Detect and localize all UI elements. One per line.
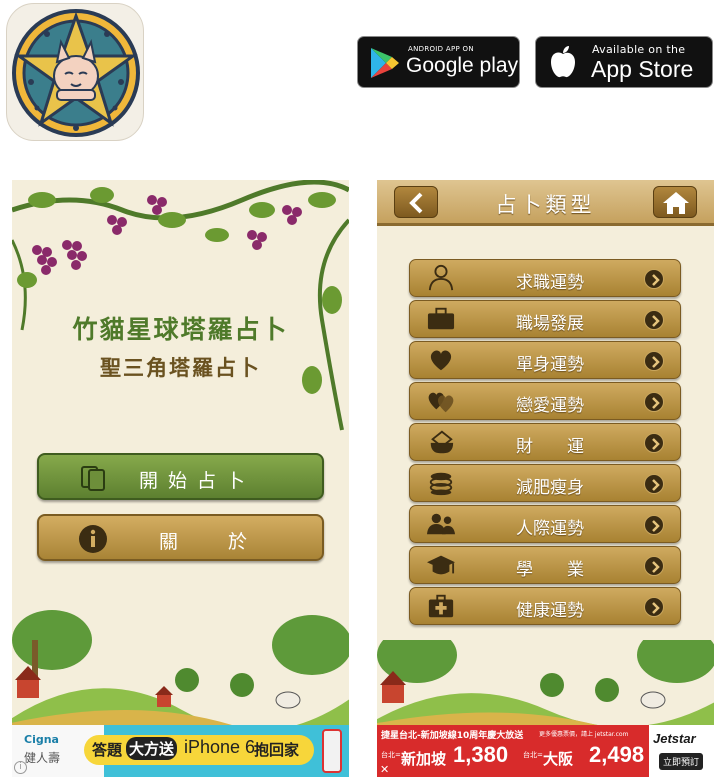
cigna-ad-banner[interactable]: Cigna 健人壽 i 答題 大方送 iPhone 6 抱回家 [12,725,349,777]
google-play-small-text: ANDROID APP ON [408,45,474,53]
category-item[interactable]: 學 業 [409,546,681,584]
landscape-decoration [377,640,714,725]
google-play-badge[interactable]: ANDROID APP ON Google play [357,36,520,88]
app-store-small-text: Available on the [592,43,686,56]
jetstar-ad-sub: 更多優惠票價，請上 jetstar.com [539,731,629,738]
first-aid-kit-icon [428,594,454,618]
iphone-image [322,729,342,773]
route2-from: 台北= [523,751,543,759]
cigna-brand-sub-text: 健人壽 [24,751,61,765]
start-divination-label: 開始占卜 [139,470,256,492]
double-heart-icon [428,392,454,413]
coins-stack-icon [429,472,453,496]
jetstar-logo-area: Jetstar 立即預訂 [649,725,714,777]
chevron-right-icon [644,597,664,617]
graduation-cap-icon [427,555,455,575]
chevron-right-icon [644,515,664,535]
heart-icon [430,350,452,371]
book-now-button[interactable]: 立即預訂 [659,753,704,770]
app-icon [6,3,144,141]
app-store-big-text: App Store [591,56,694,82]
cigna-ad-content: 答題 大方送 iPhone 6 抱回家 [84,725,349,777]
category-item-label: 職場發展 [516,314,584,334]
nav-header: 占卜類型 [377,180,714,226]
landscape-decoration [12,610,349,725]
category-item-label: 學 業 [516,560,584,580]
category-item[interactable]: 健康運勢 [409,587,681,625]
app-title: 竹貓星球塔羅占卜 [72,315,289,344]
app-subtitle: 聖三角塔羅占卜 [100,355,261,380]
chevron-right-icon [644,474,664,494]
people-icon [427,513,455,535]
google-play-icon [371,48,399,78]
about-button[interactable]: 關 於 [37,514,324,561]
category-item-label: 財 運 [516,437,584,457]
home-button[interactable] [653,186,697,218]
start-divination-button[interactable]: 開始占卜 [37,453,324,500]
jetstar-brand: Jetstar [653,731,696,746]
ad-close-icon[interactable]: ✕ [380,763,389,776]
cigna-ad-text-before: 答題 [92,741,123,759]
app-store-badge[interactable]: Available on the App Store [535,36,713,88]
job-seeker-icon [428,264,454,291]
home-screen: 竹貓星球塔羅占卜 聖三角塔羅占卜 開始占卜 關 於 Cigna 健人壽 i 答題… [12,180,349,777]
category-screen: 占卜類型 求職運勢 職場發展 單身運勢 戀愛運勢財 運減肥瘦身 人際運勢學 業健康運勢 … [377,180,714,777]
category-item-label: 減肥瘦身 [516,478,584,498]
price1: 1,380 [453,742,509,767]
category-item-label: 戀愛運勢 [516,396,584,416]
cigna-ad-text-after: 抱回家 [254,741,300,759]
cigna-brand-text: Cigna [24,733,59,746]
jetstar-ad-banner[interactable]: 捷星台北-新加坡線10周年慶大放送 更多優惠票價，請上 jetstar.com … [377,725,714,777]
chevron-right-icon [644,556,664,576]
category-item[interactable]: 職場發展 [409,300,681,338]
money-bag-icon [430,430,454,454]
category-item[interactable]: 求職運勢 [409,259,681,297]
google-play-big-text: Google play [406,54,519,77]
chevron-right-icon [644,351,664,371]
category-item-label: 人際運勢 [516,519,584,539]
route1-to: 新加坡 [401,750,447,768]
home-icon [663,192,689,214]
category-item[interactable]: 人際運勢 [409,505,681,543]
category-item[interactable]: 財 運 [409,423,681,461]
price2: 2,498 [589,742,645,767]
tarot-cat-logo-icon [12,9,140,137]
briefcase-icon [427,307,455,330]
category-item-label: 求職運勢 [516,273,584,293]
info-icon [79,525,107,553]
jetstar-ad-headline: 捷星台北-新加坡線10周年慶大放送 [381,731,524,741]
cards-icon [81,466,105,491]
cigna-ad-highlight: 大方送 [126,737,178,760]
cigna-ad-product: iPhone 6 [184,737,256,757]
about-label: 關 於 [159,531,252,553]
category-item[interactable]: 減肥瘦身 [409,464,681,502]
category-item[interactable]: 單身運勢 [409,341,681,379]
apple-icon [551,46,575,78]
category-item-label: 健康運勢 [516,601,584,621]
route1-from: 台北= [381,751,401,759]
chevron-right-icon [644,433,664,453]
chevron-right-icon [644,310,664,330]
category-item-label: 單身運勢 [516,355,584,375]
route2-to: 大阪 [543,750,574,768]
ad-info-icon[interactable]: i [14,761,27,774]
chevron-right-icon [644,392,664,412]
category-item[interactable]: 戀愛運勢 [409,382,681,420]
chevron-right-icon [644,269,664,289]
